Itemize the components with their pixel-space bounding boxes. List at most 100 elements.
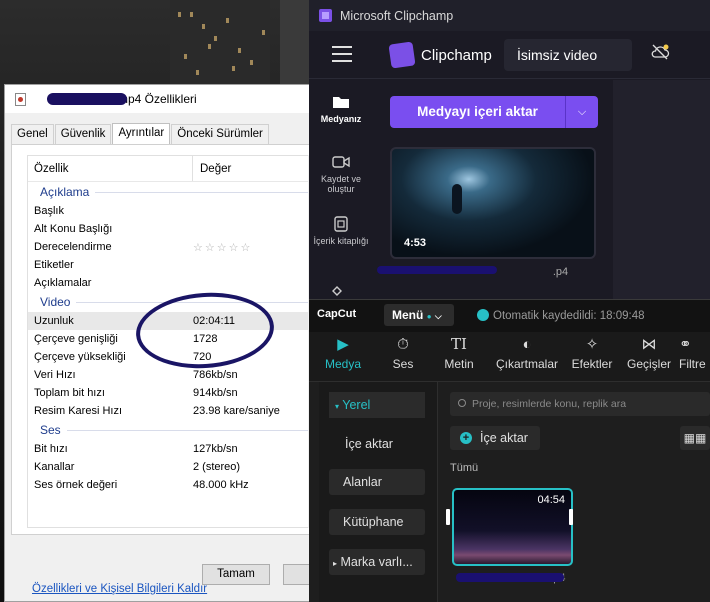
import-media-label: Medyayı içeri aktar: [417, 104, 538, 119]
property-value: 23.98 kare/saniye: [193, 405, 280, 417]
folder-icon: [333, 97, 349, 108]
import-media-button[interactable]: Medyayı içeri aktar ⌵: [390, 96, 598, 128]
list-row[interactable]: Toplam bit hızı 914kb/sn: [28, 384, 313, 402]
nav-item-local[interactable]: ▾ Yerel: [329, 392, 425, 418]
list-row[interactable]: Resim Karesi Hızı 23.98 kare/saniye: [28, 402, 313, 420]
property-value: 2 (stereo): [193, 461, 241, 473]
redaction-mark: [377, 266, 497, 274]
window-title: Microsoft Clipchamp: [340, 8, 454, 23]
tab-media[interactable]: ▶ Medya: [321, 336, 365, 371]
redaction-mark: [456, 573, 564, 582]
clipchamp-app-icon: [319, 9, 332, 22]
clip-right-handle[interactable]: [569, 509, 573, 525]
tab-filters[interactable]: ⚭ Filtre: [679, 336, 710, 371]
clipchamp-preview-area: [613, 80, 710, 300]
column-value[interactable]: Değer: [193, 163, 231, 175]
filter-all[interactable]: Tümü: [450, 462, 478, 474]
nav-item-import[interactable]: İçe aktar: [329, 431, 425, 457]
tab-label: Metin: [444, 357, 474, 371]
media-clip-thumbnail[interactable]: 04:54: [452, 488, 573, 566]
sidebar-item-content-library[interactable]: İçerik kitaplığı: [309, 216, 373, 246]
property-name: Veri Hızı: [34, 369, 76, 381]
property-value: 48.000 kHz: [193, 479, 249, 491]
nav-item-brand-assets[interactable]: ▸ Marka varlı...: [329, 549, 425, 575]
list-row[interactable]: Derecelendirme ☆☆☆☆☆: [28, 238, 313, 256]
list-row[interactable]: Kanallar 2 (stereo): [28, 458, 313, 476]
nav-label: Kütüphane: [343, 515, 404, 529]
menu-button[interactable]: Menü ● ⌵: [384, 304, 454, 326]
capcut-window: CapCut Menü ● ⌵ Otomatik kaydedildi: 18:…: [309, 299, 710, 602]
caret-down-icon: ▾: [335, 402, 340, 411]
transitions-icon: ⋈: [641, 336, 657, 353]
grid-view-icon[interactable]: ▦▦: [680, 426, 710, 450]
tab-transitions[interactable]: ⋈ Geçişler: [623, 336, 675, 371]
text-icon: TI: [451, 335, 467, 353]
list-row[interactable]: Bit hızı 127kb/sn: [28, 440, 313, 458]
effects-icon: ✧: [585, 336, 599, 353]
list-row[interactable]: Açıklamalar: [28, 274, 313, 292]
chevron-down-icon[interactable]: ⌵: [566, 96, 598, 128]
dialog-title: mp4 Özellikleri: [118, 92, 197, 106]
clip-duration: 04:54: [537, 494, 565, 506]
property-name: Bit hızı: [34, 443, 68, 455]
tab-previous-versions[interactable]: Önceki Sürümler: [171, 124, 269, 145]
clip-filename: .mp4: [456, 572, 565, 584]
tab-security[interactable]: Güvenlik: [54, 124, 112, 145]
clipchamp-logo-icon: [388, 41, 416, 69]
ok-button[interactable]: Tamam: [202, 564, 270, 585]
sidebar-item-your-media[interactable]: Medyanız: [309, 94, 373, 124]
clipchamp-sidebar: Medyanız Kaydet ve oluştur İçerik kitapl…: [309, 80, 373, 300]
filename-suffix: .p4: [552, 266, 569, 278]
project-name-field[interactable]: İsimsiz video: [504, 39, 632, 71]
clip-left-handle[interactable]: [446, 509, 450, 525]
sidebar-item-label: İçerik kitaplığı: [313, 236, 369, 246]
tab-label: Çıkartmalar: [495, 357, 558, 371]
sidebar-item-more[interactable]: [309, 285, 373, 300]
nav-item-spaces[interactable]: Alanlar: [329, 469, 425, 495]
property-name: Ses örnek değeri: [34, 479, 118, 491]
cloud-sync-off-icon[interactable]: [649, 43, 671, 65]
tab-text[interactable]: TI Metin: [437, 335, 481, 372]
sidebar-item-label: Medyanız: [320, 114, 362, 124]
chevron-down-icon: ⌵: [434, 311, 442, 321]
plus-icon: +: [460, 432, 472, 444]
sidebar-item-record-create[interactable]: Kaydet ve oluştur: [309, 154, 373, 194]
nav-label: Yerel: [342, 398, 371, 412]
tab-effects[interactable]: ✧ Efektler: [567, 336, 617, 371]
capcut-header: CapCut Menü ● ⌵ Otomatik kaydedildi: 18:…: [309, 300, 710, 332]
import-button[interactable]: + İçe aktar: [450, 426, 540, 450]
column-property[interactable]: Özellik: [28, 156, 193, 181]
section-label: Ses: [40, 423, 61, 437]
filter-icon: ⚭: [679, 336, 692, 353]
tab-general[interactable]: Genel: [11, 124, 54, 145]
search-placeholder: Proje, resimlerde konu, replik ara: [472, 398, 627, 410]
redaction-mark: [47, 93, 127, 105]
tab-stickers[interactable]: ◐ Çıkartmalar: [492, 336, 562, 371]
hamburger-menu-icon[interactable]: [332, 46, 352, 62]
sticker-icon: ◐: [522, 336, 532, 353]
menu-label: Menü: [392, 308, 424, 322]
remove-properties-link[interactable]: Özellikleri ve Kişisel Bilgileri Kaldır: [32, 583, 207, 595]
media-thumbnail[interactable]: 4:53: [390, 147, 596, 259]
rating-stars[interactable]: ☆☆☆☆☆: [193, 241, 252, 254]
list-row[interactable]: Etiketler: [28, 256, 313, 274]
tab-details[interactable]: Ayrıntılar: [112, 123, 171, 145]
list-row[interactable]: Başlık: [28, 202, 313, 220]
nav-item-library[interactable]: Kütüphane: [329, 509, 425, 535]
media-search-input[interactable]: Proje, resimlerde konu, replik ara: [450, 392, 710, 416]
section-label: Video: [40, 295, 71, 309]
tab-audio[interactable]: ⏱ Ses: [385, 336, 421, 371]
dot-icon: ●: [426, 312, 432, 321]
list-row[interactable]: Ses örnek değeri 48.000 kHz: [28, 476, 313, 494]
property-value: 127kb/sn: [193, 443, 238, 455]
media-panel: Medyayı içeri aktar ⌵ 4:53 .p4: [373, 80, 613, 300]
capcut-media-area: Proje, resimlerde konu, replik ara + İçe…: [437, 382, 710, 602]
shapes-icon: [332, 286, 342, 296]
tab-label: Medya: [324, 357, 362, 371]
import-label: İçe aktar: [480, 431, 528, 445]
list-row[interactable]: Alt Konu Başlığı: [28, 220, 313, 238]
list-row[interactable]: Veri Hızı 786kb/sn: [28, 366, 313, 384]
brand-name: Clipchamp: [421, 47, 492, 64]
section-audio: Ses: [28, 420, 313, 440]
nav-label: Marka varlı...: [340, 555, 413, 569]
